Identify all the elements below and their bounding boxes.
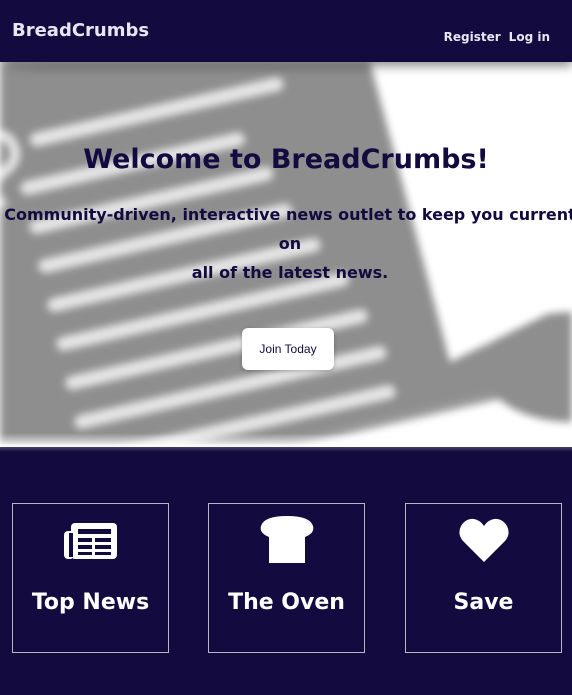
- feature-card-the-oven[interactable]: The Oven: [208, 503, 365, 653]
- feature-card-save[interactable]: Save: [405, 503, 562, 653]
- brand-logo-text[interactable]: BreadCrumbs: [12, 22, 149, 40]
- feature-label: The Oven: [228, 590, 345, 615]
- feature-label: Save: [453, 590, 514, 615]
- auth-nav: Register Log in: [444, 31, 550, 43]
- hero-glow-divider: [0, 444, 572, 452]
- hero-title: Welcome to BreadCrumbs!: [83, 144, 489, 175]
- hero-subtitle-line-2: all of the latest news.: [191, 263, 389, 282]
- register-link[interactable]: Register: [444, 31, 501, 43]
- bread-icon: [260, 516, 313, 563]
- heart-icon: [458, 518, 509, 562]
- join-today-button[interactable]: Join Today: [242, 328, 334, 370]
- feature-label: Top News: [31, 590, 150, 615]
- login-link[interactable]: Log in: [509, 31, 550, 43]
- hero-subtitle-line-1: Community-driven, interactive news outle…: [4, 205, 572, 253]
- feature-card-top-news[interactable]: Top News: [12, 503, 169, 653]
- hero-subtitle: Community-driven, interactive news outle…: [0, 200, 572, 287]
- hero-banner: Welcome to BreadCrumbs! Community-driven…: [0, 62, 572, 447]
- newspaper-icon: [63, 523, 117, 559]
- top-nav-bar: BreadCrumbs Register Log in: [0, 0, 572, 62]
